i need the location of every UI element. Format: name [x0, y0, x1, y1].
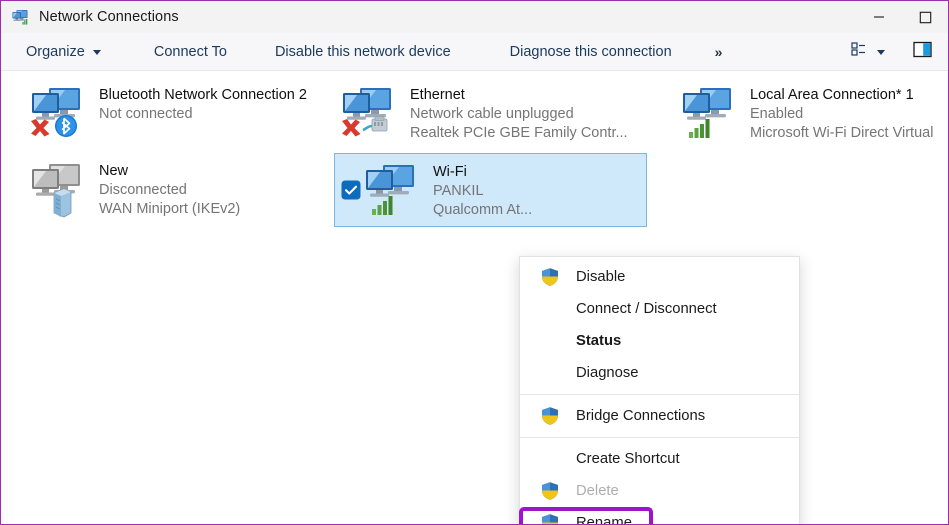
- shield-icon: [540, 267, 560, 287]
- menu-item-delete: Delete: [520, 475, 799, 507]
- menu-item-label: Bridge Connections: [576, 408, 705, 424]
- connection-status: Enabled: [750, 105, 933, 124]
- connections-list: Bluetooth Network Connection 2 Not conne…: [1, 71, 948, 524]
- network-connections-icon: [12, 8, 30, 26]
- connection-status: Disconnected: [99, 181, 240, 200]
- menu-item-label: Create Shortcut: [576, 451, 680, 467]
- menu-item-create-shortcut[interactable]: Create Shortcut: [520, 443, 799, 475]
- connection-name: Local Area Connection* 1: [750, 86, 933, 105]
- menu-item-label: Rename: [576, 515, 632, 525]
- toolbar-right-group: [845, 36, 948, 68]
- diagnose-connection-button[interactable]: Diagnose this connection: [504, 40, 678, 64]
- list-item-text: Wi-Fi PANKIL Qualcomm At...: [433, 160, 532, 220]
- connection-name: Bluetooth Network Connection 2: [99, 86, 307, 105]
- menu-separator: [520, 394, 799, 395]
- preview-pane-icon: [913, 40, 932, 64]
- shield-icon: [540, 513, 560, 525]
- menu-item-rename[interactable]: Rename: [520, 507, 799, 525]
- error-x-icon: [27, 115, 53, 141]
- vpn-server-icon: [51, 187, 75, 219]
- connection-device: Qualcomm At...: [433, 201, 532, 220]
- title-bar: Network Connections: [1, 1, 948, 33]
- maximize-icon[interactable]: [902, 1, 948, 33]
- list-item[interactable]: Wi-Fi PANKIL Qualcomm At...: [334, 153, 647, 227]
- menu-item-disable[interactable]: Disable: [520, 261, 799, 293]
- chevron-down-icon: [877, 50, 885, 55]
- list-item-text: Bluetooth Network Connection 2 Not conne…: [99, 83, 307, 124]
- error-x-icon: [338, 115, 364, 141]
- connection-status: PANKIL: [433, 182, 532, 201]
- disable-network-device-button[interactable]: Disable this network device: [269, 40, 457, 64]
- menu-item-connect-disconnect[interactable]: Connect / Disconnect: [520, 293, 799, 325]
- minimize-icon[interactable]: [856, 1, 902, 33]
- view-layout-icon: [851, 41, 867, 62]
- toolbar-overflow-button[interactable]: »: [709, 40, 728, 64]
- network-adapter-icon: [680, 85, 742, 143]
- menu-item-bridge-connections[interactable]: Bridge Connections: [520, 400, 799, 432]
- menu-item-label: Delete: [576, 483, 619, 499]
- connection-name: Wi-Fi: [433, 163, 532, 182]
- signal-bars-icon: [371, 194, 397, 216]
- organize-label: Organize: [26, 44, 85, 60]
- list-item-checkbox[interactable]: [341, 180, 361, 200]
- list-item[interactable]: Ethernet Network cable unplugged Realtek…: [334, 77, 654, 149]
- menu-item-label: Connect / Disconnect: [576, 301, 717, 317]
- list-item[interactable]: Local Area Connection* 1 Enabled Microso…: [674, 77, 948, 149]
- shield-icon: [540, 406, 560, 426]
- preview-pane-button[interactable]: [909, 36, 936, 68]
- signal-bars-icon: [688, 117, 714, 139]
- network-adapter-icon: [340, 85, 402, 143]
- menu-item-label: Diagnose: [576, 365, 639, 381]
- menu-item-label: Status: [576, 333, 621, 349]
- connection-status: Not connected: [99, 105, 307, 124]
- list-item-text: Ethernet Network cable unplugged Realtek…: [410, 83, 628, 143]
- connection-device: WAN Miniport (IKEv2): [99, 200, 240, 219]
- network-connections-window: Network Connections Organize Connect To …: [0, 0, 949, 525]
- connection-name: New: [99, 162, 240, 181]
- connection-status: Network cable unplugged: [410, 105, 628, 124]
- list-item-text: Local Area Connection* 1 Enabled Microso…: [750, 83, 933, 143]
- list-item[interactable]: Bluetooth Network Connection 2 Not conne…: [23, 77, 343, 149]
- list-item[interactable]: New Disconnected WAN Miniport (IKEv2): [23, 153, 343, 225]
- menu-item-label: Disable: [576, 269, 625, 285]
- network-adapter-icon: [363, 162, 425, 220]
- chevron-down-icon: [93, 50, 101, 55]
- connection-name: Ethernet: [410, 86, 628, 105]
- network-adapter-disabled-icon: [29, 161, 91, 219]
- window-title: Network Connections: [39, 9, 179, 25]
- toolbar: Organize Connect To Disable this network…: [1, 33, 948, 71]
- connect-to-button[interactable]: Connect To: [148, 40, 233, 64]
- context-menu: Disable Connect / Disconnect Status Diag…: [519, 256, 800, 525]
- menu-separator: [520, 437, 799, 438]
- menu-item-diagnose[interactable]: Diagnose: [520, 357, 799, 389]
- ethernet-cable-icon: [362, 115, 392, 139]
- menu-item-status[interactable]: Status: [520, 325, 799, 357]
- shield-icon: [540, 481, 560, 501]
- window-controls: [856, 1, 948, 33]
- connection-device: Realtek PCIe GBE Family Contr...: [410, 124, 628, 143]
- list-item-text: New Disconnected WAN Miniport (IKEv2): [99, 159, 240, 219]
- bluetooth-icon: [53, 113, 79, 139]
- view-layout-button[interactable]: [845, 37, 891, 66]
- network-adapter-icon: [29, 85, 91, 143]
- organize-button[interactable]: Organize: [20, 40, 107, 64]
- connection-device: Microsoft Wi-Fi Direct Virtual: [750, 124, 933, 143]
